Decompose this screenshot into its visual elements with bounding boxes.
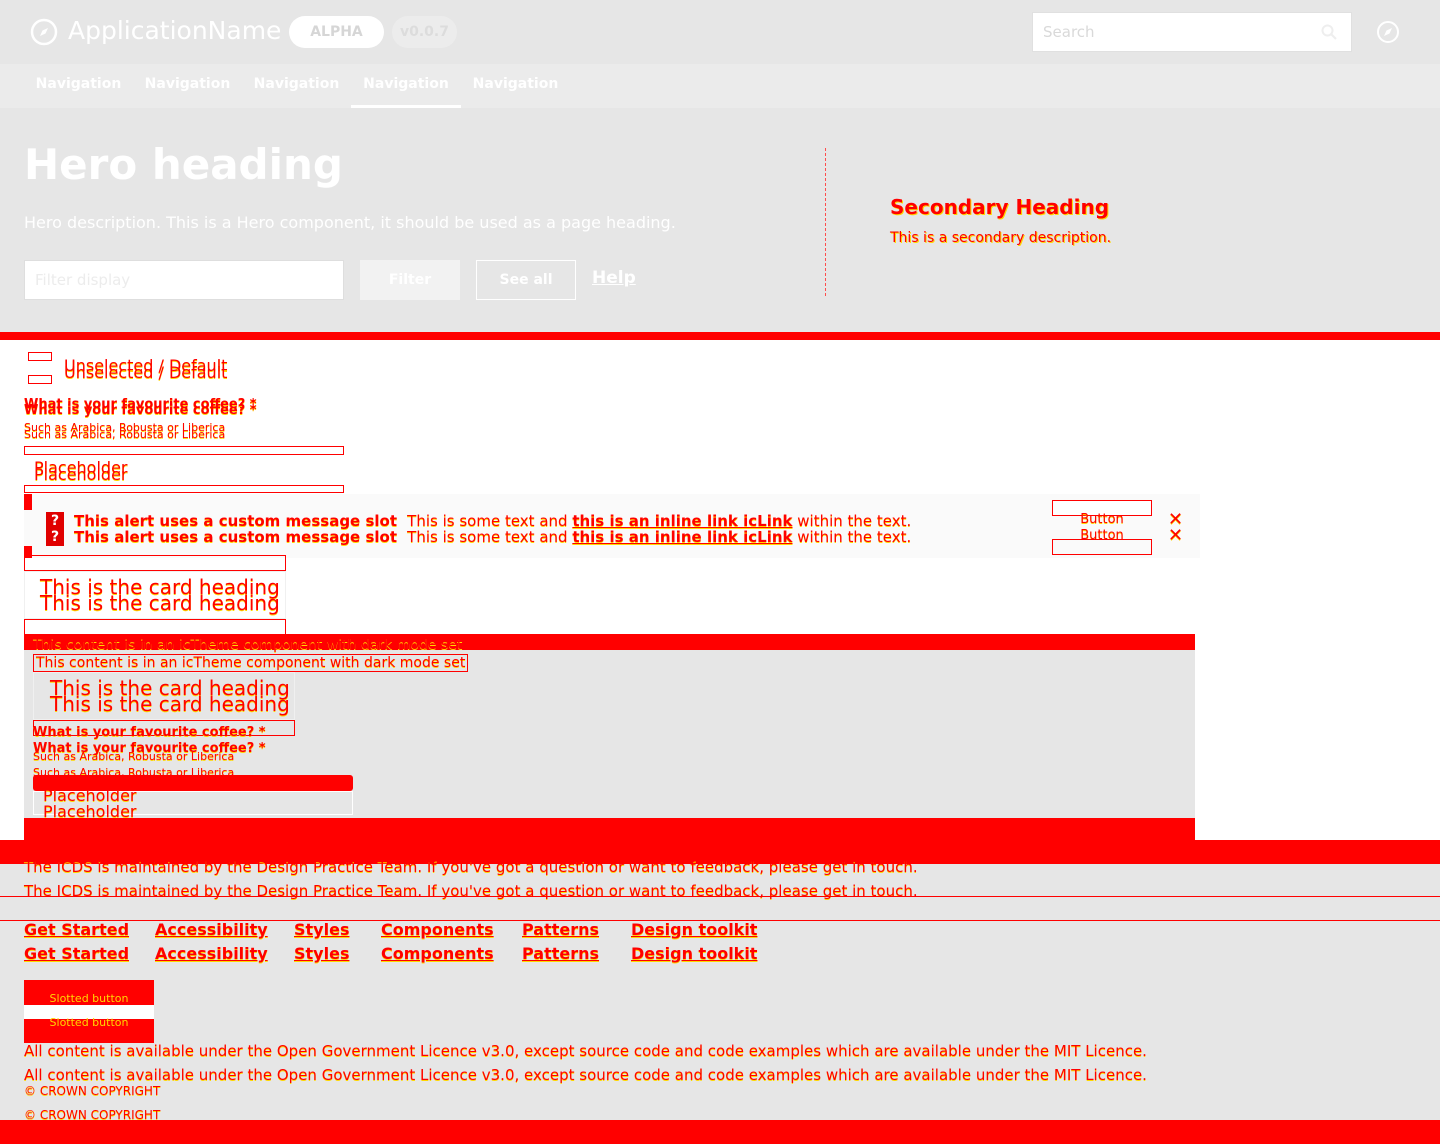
card-heading-echo: This is the card heading [40,591,280,615]
theme-bottom-band [24,818,1195,840]
checkbox-top-edge[interactable] [28,352,52,361]
version-badge: v0.0.7 [392,16,457,48]
slotted-button-label[interactable]: Slotted button [24,992,154,1005]
alert-help-icon-echo: ? [46,528,64,546]
slotted-button-label-echo[interactable]: Slotted button [24,1016,154,1029]
compass-logo-icon [30,18,58,46]
secondary-heading: Secondary Heading [890,195,1110,219]
filter-input[interactable] [24,260,344,300]
footer-link-design-toolkit-echo[interactable]: Design toolkit [631,944,757,963]
footer-link-components-echo[interactable]: Components [381,944,494,963]
alert-row-echo: This alert uses a custom message slot Th… [74,527,911,546]
secondary-description: This is a secondary description. [890,230,1112,246]
alert-title-echo: This alert uses a custom message slot [74,528,397,546]
close-icon-echo[interactable]: ✕ [1168,525,1183,546]
card-top[interactable] [24,555,286,571]
field-helper-echo: Such as Arabica, Robusta or Liberica [24,428,226,441]
theme-notice-echo: This content is in an icTheme component … [33,654,469,672]
dark-field-helper: Such as Arabica, Robusta or Liberica [33,750,235,763]
hero-divider [825,148,826,296]
footer-link-get-started-echo[interactable]: Get Started [24,944,129,963]
nav-item-5[interactable]: Navigation [461,64,570,108]
crown-copyright: © CROWN COPYRIGHT [24,1084,161,1098]
field-label-echo: What is your favourite coffee? * [24,403,257,418]
alert-accent-top [24,494,32,510]
alpha-badge: ALPHA [289,16,384,48]
footer-bottom-band [0,1120,1440,1144]
alert-button[interactable]: Button [1052,512,1152,527]
theme-notice: This content is in an icTheme component … [33,637,463,653]
footer-link-patterns-echo[interactable]: Patterns [522,944,599,963]
licence-text-echo: All content is available under the Open … [24,1066,1147,1084]
checkbox[interactable] [28,375,52,384]
hero-heading: Hero heading [24,140,343,189]
footer-link-styles-echo[interactable]: Styles [294,944,349,963]
hero-description: Hero description. This is a Hero compone… [24,213,676,232]
footer-link-patterns[interactable]: Patterns [522,920,599,939]
app-name[interactable]: ApplicationName [68,16,281,45]
footer-link-components[interactable]: Components [381,920,494,939]
footer-description: The ICDS is maintained by the Design Pra… [24,858,918,876]
footer-link-design-toolkit[interactable]: Design toolkit [631,920,757,939]
text-field-top[interactable] [24,446,344,455]
inline-link-echo[interactable]: this is an inline link icLink [572,528,792,546]
nav-item-3[interactable]: Navigation [242,64,351,108]
nav-item-2[interactable]: Navigation [133,64,242,108]
footer-link-get-started[interactable]: Get Started [24,920,129,939]
divider-band [0,332,1440,340]
footer-link-accessibility[interactable]: Accessibility [155,920,268,939]
footer-link-accessibility-echo[interactable]: Accessibility [155,944,268,963]
licence-text: All content is available under the Open … [24,1042,1147,1060]
alert-button-bottom [1052,539,1152,555]
dark-card-heading-echo: This is the card heading [50,692,290,716]
search-box [1032,12,1352,52]
help-link[interactable]: Help [592,268,636,288]
footer-link-styles[interactable]: Styles [294,920,349,939]
nav-item-4-active[interactable]: Navigation [351,64,461,108]
dark-text-field-placeholder-echo: Placeholder [43,802,137,821]
text-field-placeholder-echo: Placeholder [34,465,128,484]
see-all-button[interactable]: See all [476,260,576,300]
nav-item-1[interactable]: Navigation [24,64,133,108]
text-field-bottom [24,485,344,493]
search-icon[interactable] [1321,24,1337,40]
filter-button[interactable]: Filter [360,260,460,300]
dark-field-label: What is your favourite coffee? * [33,725,266,740]
footer-description-echo: The ICDS is maintained by the Design Pra… [24,882,918,900]
alert-text-after-echo: within the text. [792,528,912,546]
checkbox-label-echo: Unselected / Default [64,363,228,382]
alert-text-before-echo: This is some text and [407,528,573,546]
compass-icon[interactable] [1376,20,1400,44]
footer-divider [0,896,1440,897]
card-bottom [24,619,286,635]
search-input[interactable] [1033,13,1313,51]
